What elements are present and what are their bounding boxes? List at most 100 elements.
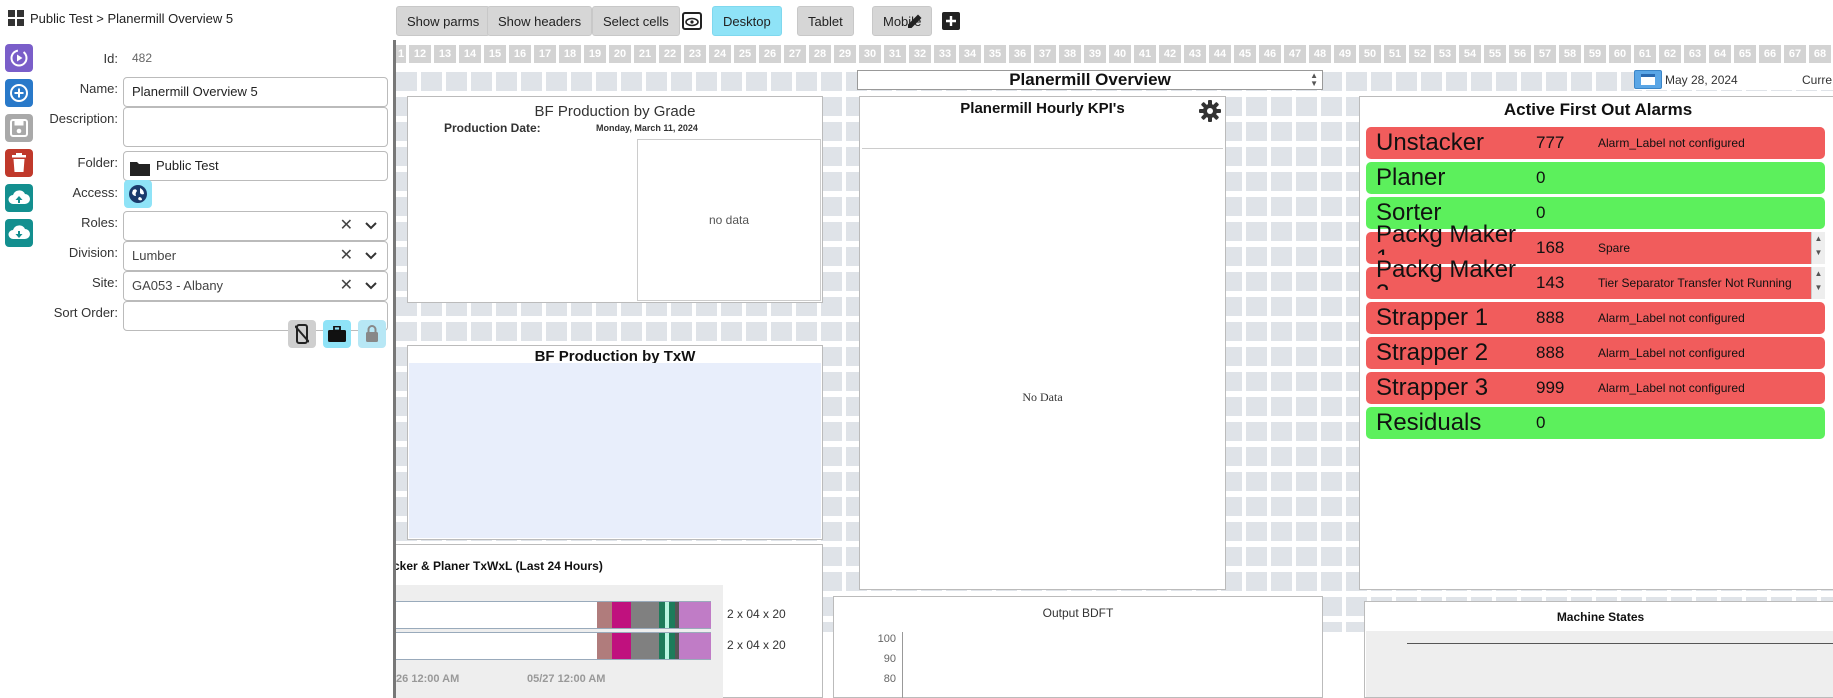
ruler-column-header: 25 xyxy=(734,45,756,63)
output-bdft-title: Output BDFT xyxy=(1042,606,1114,620)
name-label: Name: xyxy=(79,81,118,96)
ruler-column-header: 22 xyxy=(659,45,681,63)
pencil-edit-icon[interactable] xyxy=(903,9,927,33)
bdft-tick-80: 80 xyxy=(883,673,896,685)
ruler-column-header: 39 xyxy=(1084,45,1106,63)
alarm-row[interactable]: Unstacker 777 Alarm_Label not configured xyxy=(1366,127,1825,159)
ruler-column-header: 21 xyxy=(634,45,656,63)
ruler-column-header: 14 xyxy=(459,45,481,63)
ruler-column-header: 46 xyxy=(1259,45,1281,63)
alarm-row[interactable]: Residuals 0 xyxy=(1366,407,1825,439)
alarm-message: Tier Separator Transfer Not Running xyxy=(1598,275,1792,290)
alarm-name: Strapper 3 xyxy=(1376,374,1489,401)
txwxl-widget: cker & Planer TxWxL (Last 24 Hours) /26 … xyxy=(396,544,823,698)
ruler-column-header: 42 xyxy=(1159,45,1181,63)
ruler-column-header: 44 xyxy=(1209,45,1231,63)
ruler-column-header: 47 xyxy=(1284,45,1306,63)
active-alarms-widget: Active First Out Alarms Unstacker 777 Alar… xyxy=(1359,96,1833,590)
name-field[interactable]: Planermill Overview 5 xyxy=(123,77,388,107)
alarm-name: Strapper 1 xyxy=(1376,304,1489,331)
ruler-column-header: 17 xyxy=(534,45,556,63)
top-toolbar: Public Test > Planermill Overview 5 Show… xyxy=(0,0,1833,40)
site-select[interactable]: GA053 - Albany ✕ xyxy=(123,271,388,301)
lock-button[interactable] xyxy=(358,320,386,348)
date-value: May 28, 2024 xyxy=(1665,73,1738,87)
alarm-scroll-arrows[interactable]: ▲ ▼ xyxy=(1811,267,1825,299)
kpi-no-data: No Data xyxy=(1022,390,1063,404)
ruler-column-header: 65 xyxy=(1734,45,1756,63)
gantt-row-1 xyxy=(396,601,711,629)
gantt-row-2 xyxy=(396,632,711,660)
globe-icon xyxy=(129,185,147,203)
division-value: Lumber xyxy=(132,248,177,263)
dashboard-canvas[interactable]: 1 12 13 14 15 16 17 18 19 20 21 22 23 24 25 26 27 28 29 30 3… xyxy=(393,40,1833,698)
ruler-column-header: 35 xyxy=(984,45,1006,63)
access-globe-button[interactable] xyxy=(124,180,152,208)
dashboard-title-select[interactable]: Planermill Overview ▲ ▼ xyxy=(857,70,1323,90)
ruler-column-header: 24 xyxy=(709,45,731,63)
alarm-value: 143 xyxy=(1536,273,1565,292)
alarm-value: 999 xyxy=(1536,378,1565,397)
alarm-row[interactable]: Strapper 3 999 Alarm_Label not configured xyxy=(1366,372,1825,404)
machine-states-chart-area xyxy=(1366,631,1833,697)
site-clear-icon[interactable]: ✕ xyxy=(340,272,353,300)
briefcase-button[interactable] xyxy=(323,320,351,348)
bdft-tick-90: 90 xyxy=(883,653,896,665)
division-label: Division: xyxy=(68,245,118,260)
division-clear-icon[interactable]: ✕ xyxy=(340,242,353,270)
ruler-column-header: 53 xyxy=(1434,45,1456,63)
machine-states-title: Machine States xyxy=(1556,610,1645,624)
desktop-layout-button[interactable]: Desktop xyxy=(712,6,782,36)
alarm-message: Alarm_Label not configured xyxy=(1598,345,1745,360)
briefcase-icon xyxy=(328,326,346,342)
no-mobile-button[interactable] xyxy=(288,320,316,348)
ruler-column-header: 36 xyxy=(1009,45,1031,63)
ruler-column-header: 33 xyxy=(934,45,956,63)
alarm-value: 0 xyxy=(1536,203,1546,222)
ruler-column-header: 56 xyxy=(1509,45,1531,63)
add-widget-icon[interactable] xyxy=(939,9,963,33)
tablet-layout-button[interactable]: Tablet xyxy=(797,6,854,36)
ruler-column-header: 64 xyxy=(1709,45,1731,63)
select-cells-button[interactable]: Select cells xyxy=(592,6,680,36)
alarm-row[interactable]: Strapper 1 888 Alarm_Label not configured xyxy=(1366,302,1825,334)
alarm-row[interactable]: Strapper 2 888 Alarm_Label not configured xyxy=(1366,337,1825,369)
machine-states-line xyxy=(1407,643,1833,644)
ruler-column-header: 49 xyxy=(1334,45,1356,63)
alarm-value: 888 xyxy=(1536,343,1565,362)
ruler-column-header: 60 xyxy=(1609,45,1631,63)
ruler-column-header: 59 xyxy=(1584,45,1606,63)
calendar-icon[interactable] xyxy=(1634,70,1662,89)
roles-clear-icon[interactable]: ✕ xyxy=(340,212,353,240)
description-field[interactable] xyxy=(123,107,388,147)
ruler-column-header: 34 xyxy=(959,45,981,63)
date-picker[interactable]: May 28, 2024 Curre xyxy=(1634,70,1833,90)
ruler-column-header: 30 xyxy=(859,45,881,63)
ruler-column-header: 51 xyxy=(1384,45,1406,63)
show-headers-button[interactable]: Show headers xyxy=(487,6,593,36)
bdft-tick-100: 100 xyxy=(877,633,896,645)
roles-select[interactable]: ✕ xyxy=(123,211,388,241)
gantt-row-label-2: 2 x 04 x 20 xyxy=(727,638,786,652)
kpi-settings-gear-icon[interactable] xyxy=(1199,100,1221,127)
access-label: Access: xyxy=(72,185,118,200)
alarm-value: 0 xyxy=(1536,413,1546,432)
preview-eye-icon[interactable] xyxy=(680,9,704,33)
alarm-scroll-arrows[interactable]: ▲ ▼ xyxy=(1811,232,1825,264)
lock-icon xyxy=(366,325,378,342)
site-value: GA053 - Albany xyxy=(132,278,224,293)
txwxl-chart-area: /26 12:00 AM 05/27 12:00 AM xyxy=(396,585,723,698)
division-select[interactable]: Lumber ✕ xyxy=(123,241,388,271)
alarm-row[interactable]: Planer 0 xyxy=(1366,162,1825,194)
properties-panel: Id: 482 Name: Planermill Overview 5 Desc… xyxy=(0,40,392,698)
alarm-row[interactable]: Packg Maker 2 143 Tier Separator Transfer … xyxy=(1366,258,1825,299)
ruler-column-header: 18 xyxy=(559,45,581,63)
id-label: Id: xyxy=(103,51,118,66)
output-bdft-widget: Output BDFT 100 90 80 xyxy=(833,596,1323,698)
column-ruler: 1 12 13 14 15 16 17 18 19 20 21 22 23 24 25 26 27 28 29 30 3… xyxy=(396,45,1833,63)
alarm-value: 0 xyxy=(1536,168,1546,187)
machine-states-widget: Machine States xyxy=(1364,601,1833,698)
show-parms-button[interactable]: Show parms xyxy=(396,6,491,36)
gantt-axis-label-2: 05/27 12:00 AM xyxy=(527,673,606,685)
folder-field[interactable]: Public Test xyxy=(123,151,388,181)
